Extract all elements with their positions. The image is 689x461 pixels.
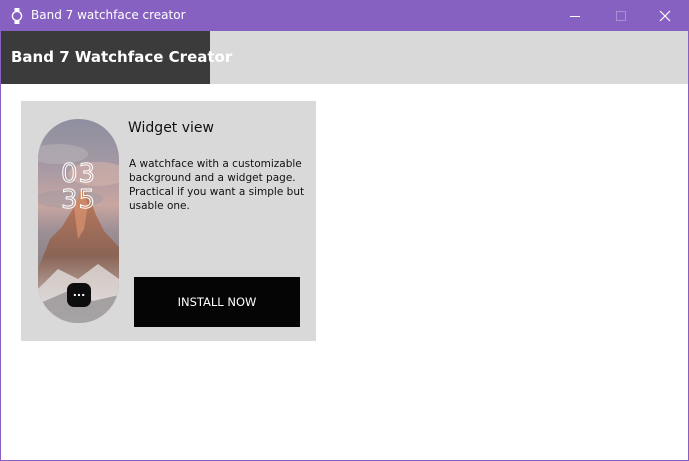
- widget-button: ...: [67, 283, 91, 307]
- watchface-preview: 03 35 ...: [38, 119, 119, 323]
- install-now-button[interactable]: INSTALL NOW: [134, 277, 300, 327]
- title-bar[interactable]: Band 7 watchface creator: [1, 1, 688, 31]
- watch-icon: [11, 8, 23, 24]
- maximize-icon: [616, 11, 626, 21]
- header-bar: Band 7 Watchface Creator: [1, 31, 688, 84]
- clock-minutes: 35: [60, 185, 97, 216]
- header-tab[interactable]: Band 7 Watchface Creator: [1, 31, 232, 84]
- watchface-card: 03 35 ... Widget view A watchface with a…: [21, 101, 316, 341]
- card-description: A watchface with a customizable backgrou…: [129, 158, 305, 212]
- maximize-button[interactable]: [598, 1, 644, 31]
- minimize-icon: [570, 16, 580, 17]
- window-title: Band 7 watchface creator: [31, 8, 186, 22]
- card-title: Widget view: [128, 120, 214, 136]
- minimize-button[interactable]: [552, 1, 598, 31]
- app-window: Band 7 watchface creator Band 7 Watchfac…: [0, 0, 689, 461]
- close-icon: [659, 10, 671, 22]
- close-button[interactable]: [642, 1, 688, 31]
